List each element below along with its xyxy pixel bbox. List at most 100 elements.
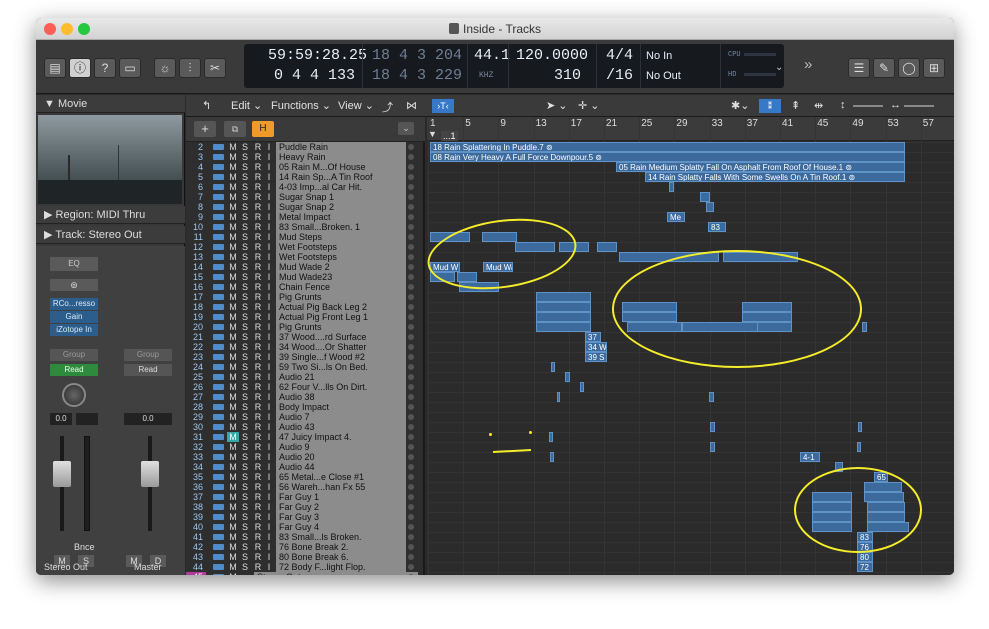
fit-horizontal-icon[interactable]: ⇹ bbox=[814, 99, 823, 112]
horizontal-zoom-slider[interactable] bbox=[904, 105, 934, 107]
audio-region[interactable] bbox=[536, 322, 591, 332]
track-activity-dot[interactable] bbox=[408, 494, 414, 500]
more-chevron-icon[interactable]: » bbox=[804, 56, 812, 73]
input-monitor-button[interactable]: I bbox=[263, 152, 275, 162]
waveform-zoom-button[interactable]: ⁑ bbox=[759, 99, 781, 113]
mute-button[interactable]: M bbox=[227, 352, 239, 362]
link-button[interactable]: ⊚ bbox=[50, 279, 98, 291]
pointer-tool-icon[interactable]: ➤ ⌄ bbox=[546, 99, 568, 112]
input-monitor-button[interactable]: I bbox=[263, 232, 275, 242]
track-row[interactable]: 21MSR37 Wood....rd SurfaceRI bbox=[186, 332, 425, 343]
input-monitor-button[interactable]: I bbox=[263, 262, 275, 272]
input-monitor-button[interactable]: I bbox=[263, 432, 275, 442]
track-row[interactable]: 40MSRFar Guy 4RI bbox=[186, 522, 425, 533]
duplicate-track-icon[interactable]: ⧉ bbox=[224, 121, 246, 137]
audio-region[interactable] bbox=[549, 432, 553, 442]
input-monitor-button[interactable]: I bbox=[263, 372, 275, 382]
input-monitor-button[interactable]: I bbox=[263, 182, 275, 192]
track-activity-dot[interactable] bbox=[408, 144, 414, 150]
input-monitor-button[interactable]: I bbox=[263, 422, 275, 432]
track-row[interactable]: 34MSRAudio 44RI bbox=[186, 462, 425, 473]
track-row[interactable]: 5MSR14 Rain Sp...A Tin RoofRI bbox=[186, 172, 425, 183]
snap-icon[interactable]: ⋈ bbox=[406, 99, 417, 112]
track-row[interactable]: 7MSRSugar Snap 1RI bbox=[186, 192, 425, 203]
track-activity-dot[interactable] bbox=[408, 414, 414, 420]
audio-region[interactable] bbox=[857, 442, 861, 452]
audio-region[interactable] bbox=[858, 422, 862, 432]
editors-button[interactable]: ✂ bbox=[204, 58, 226, 78]
track-row[interactable]: 36MSR56 Wareh...han Fx 55RI bbox=[186, 482, 425, 493]
track-row[interactable]: 33MSRAudio 20RI bbox=[186, 452, 425, 463]
view-menu[interactable]: View ⌄ bbox=[338, 99, 374, 112]
solo-button[interactable]: S bbox=[239, 242, 251, 252]
plugin-slot-3[interactable]: iZotope In bbox=[50, 324, 98, 336]
lcd-display[interactable]: 59:59:28.25 0 4 4 133 18 4 3 204 18 4 3 … bbox=[244, 44, 784, 88]
input-monitor-button[interactable]: I bbox=[263, 412, 275, 422]
track-row[interactable]: 35MSR65 Metal...e Close #1RI bbox=[186, 472, 425, 483]
catch-button[interactable]: ›T‹ bbox=[432, 99, 454, 113]
track-activity-dot[interactable] bbox=[408, 334, 414, 340]
track-row[interactable]: 19MSRActual Pig Front Leg 1RI bbox=[186, 312, 425, 323]
mute-button[interactable]: M bbox=[227, 572, 239, 575]
track-row[interactable]: 29MSRAudio 7RI bbox=[186, 412, 425, 423]
input-monitor-button[interactable]: I bbox=[263, 362, 275, 372]
movie-header[interactable]: ▼ Movie bbox=[36, 95, 185, 113]
horizontal-zoom-icon[interactable]: ↔ bbox=[890, 99, 901, 111]
input-monitor-button[interactable]: I bbox=[263, 212, 275, 222]
input-monitor-button[interactable]: I bbox=[263, 192, 275, 202]
region-body-72[interactable]: 72 bbox=[857, 562, 873, 572]
solo-button[interactable]: S bbox=[239, 342, 251, 352]
group-slot-2[interactable]: Group bbox=[124, 349, 172, 361]
functions-menu[interactable]: Functions ⌄ bbox=[271, 99, 331, 112]
mute-button[interactable]: M bbox=[227, 372, 239, 382]
mute-button[interactable]: M bbox=[227, 272, 239, 282]
mute-button[interactable]: M bbox=[227, 362, 239, 372]
solo-button[interactable]: S bbox=[239, 452, 251, 462]
browsers-button[interactable]: ⊞ bbox=[923, 58, 945, 78]
input-monitor-button[interactable]: I bbox=[263, 272, 275, 282]
input-monitor-button[interactable]: I bbox=[263, 162, 275, 172]
list-editors-button[interactable]: ☰ bbox=[848, 58, 870, 78]
mute-button[interactable]: M bbox=[227, 392, 239, 402]
track-activity-dot[interactable] bbox=[408, 444, 414, 450]
solo-button[interactable]: S bbox=[239, 212, 251, 222]
track-activity-dot[interactable] bbox=[408, 344, 414, 350]
input-monitor-button[interactable]: I bbox=[263, 302, 275, 312]
input-monitor-button[interactable]: I bbox=[263, 222, 275, 232]
automation-read-2[interactable]: Read bbox=[124, 364, 172, 376]
audio-region[interactable] bbox=[565, 372, 570, 382]
track-activity-dot[interactable] bbox=[408, 424, 414, 430]
input-monitor-button[interactable]: I bbox=[263, 472, 275, 482]
mute-button[interactable]: M bbox=[227, 192, 239, 202]
mute-button[interactable]: M bbox=[227, 302, 239, 312]
solo-button[interactable]: S bbox=[239, 372, 251, 382]
audio-region[interactable] bbox=[709, 392, 714, 402]
mute-button[interactable]: M bbox=[227, 242, 239, 252]
plugin-slot-1[interactable]: RCo...resso bbox=[50, 298, 98, 310]
track-row[interactable]: 3MSRHeavy RainRI bbox=[186, 152, 425, 163]
solo-button[interactable]: S bbox=[239, 522, 251, 532]
audio-region[interactable] bbox=[580, 382, 584, 392]
track-row[interactable]: 28MSRBody ImpactRI bbox=[186, 402, 425, 413]
track-activity-dot[interactable] bbox=[408, 324, 414, 330]
track-activity-dot[interactable] bbox=[408, 184, 414, 190]
input-monitor-button[interactable]: I bbox=[263, 442, 275, 452]
inspector-button[interactable]: ⓘ bbox=[69, 58, 91, 78]
solo-button[interactable]: S bbox=[239, 502, 251, 512]
smart-controls-button[interactable]: ☼ bbox=[154, 58, 176, 78]
add-track-button[interactable]: + bbox=[194, 121, 216, 137]
track-activity-dot[interactable] bbox=[408, 374, 414, 380]
flex-icon[interactable]: ⤴ bbox=[382, 99, 393, 115]
mute-button[interactable]: M bbox=[227, 542, 239, 552]
mute-button[interactable]: M bbox=[227, 162, 239, 172]
track-activity-dot[interactable] bbox=[408, 564, 414, 570]
audio-region[interactable] bbox=[536, 292, 591, 302]
solo-button[interactable]: S bbox=[239, 402, 251, 412]
track-row[interactable]: 22MSR34 Wood....Or ShatterRI bbox=[186, 342, 425, 353]
track-row[interactable]: 41MSR83 Small...ls Broken.RI bbox=[186, 532, 425, 543]
track-row[interactable]: 9MSRMetal ImpactRI bbox=[186, 212, 425, 223]
solo-button[interactable]: S bbox=[239, 252, 251, 262]
toolbar-button[interactable]: ▭ bbox=[119, 58, 141, 78]
track-row[interactable]: 42MSR76 Bone Break 2.RI bbox=[186, 542, 425, 553]
input-monitor-button[interactable]: I bbox=[263, 502, 275, 512]
